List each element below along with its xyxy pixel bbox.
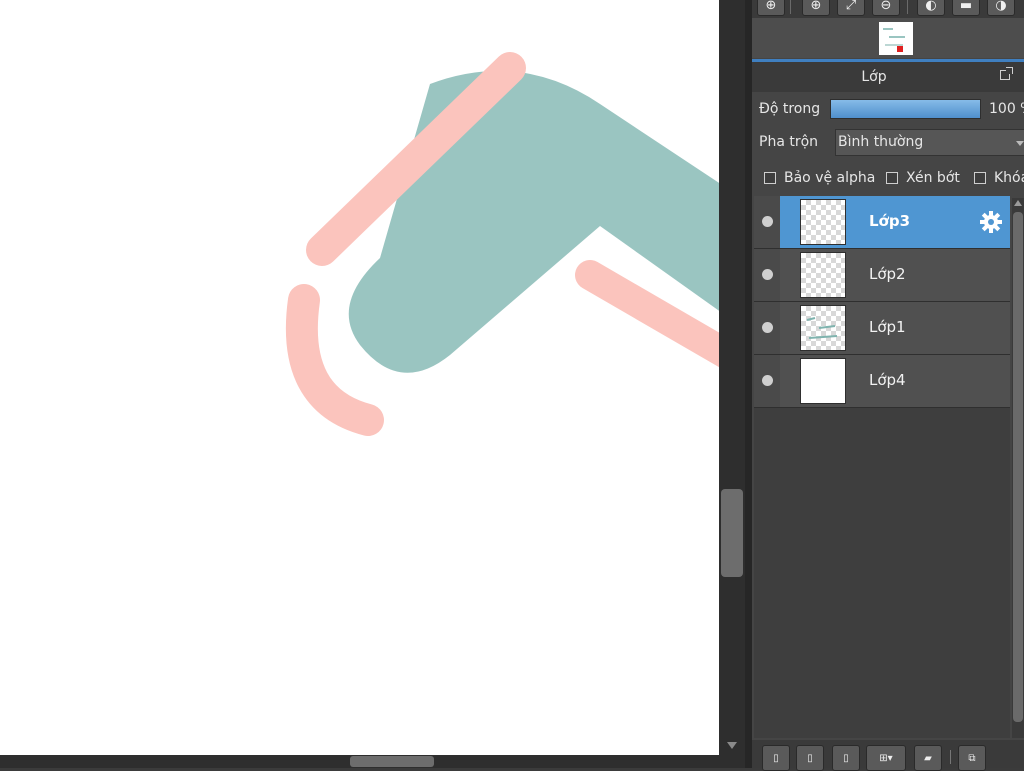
rotate-left-icon[interactable]: ◐ — [917, 0, 945, 16]
checkbox-label: Xén bớt — [906, 170, 960, 186]
visibility-toggle[interactable] — [754, 196, 780, 248]
layer-row-lop2[interactable]: Lớp2 — [754, 249, 1010, 302]
opacity-value: 100 % — [989, 101, 1024, 117]
checkbox-box[interactable] — [764, 172, 776, 184]
layer-name: Lớp4 — [869, 371, 906, 389]
chevron-down-icon — [1016, 141, 1024, 146]
duplicate-layer-icon[interactable]: ⧉ — [958, 745, 986, 771]
scrollbar-thumb[interactable] — [350, 756, 434, 767]
checkbox-label: Khóa — [994, 170, 1024, 186]
blend-mode-value: Bình thường — [838, 134, 924, 150]
popout-icon[interactable] — [1000, 67, 1013, 80]
layer-thumbnail — [800, 358, 846, 404]
add-layer-menu-icon[interactable]: ⊞▾ — [866, 745, 906, 771]
layer-list: Lớp3 Lớp2 Lớp1 Lớp4 — [754, 196, 1010, 738]
layer-actions-bar: ▯ ▯ ▯ ⊞▾ ▰ ⧉ — [752, 740, 1024, 771]
checkbox-label: Bảo vệ alpha — [784, 170, 876, 186]
visibility-toggle[interactable] — [754, 302, 780, 354]
zoom-out-icon[interactable]: ⊖ — [872, 0, 900, 16]
scrollbar-thumb[interactable] — [721, 489, 743, 577]
drawing-canvas[interactable] — [0, 0, 719, 755]
folder-icon[interactable]: ▰ — [914, 745, 942, 771]
panel-splitter[interactable] — [745, 0, 752, 768]
separator — [907, 0, 908, 14]
separator — [790, 0, 791, 14]
eye-icon[interactable] — [762, 216, 773, 227]
thumbnail-sketch — [806, 317, 838, 339]
eye-icon[interactable] — [762, 375, 773, 386]
layer-thumbnail — [800, 199, 846, 245]
scroll-up-arrow[interactable] — [1014, 200, 1022, 206]
rotate-right-icon[interactable]: ◑ — [987, 0, 1015, 16]
layer-row-lop4[interactable]: Lớp4 — [754, 355, 1010, 408]
flip-icon[interactable]: ▬ — [952, 0, 980, 16]
opacity-slider[interactable] — [830, 99, 981, 119]
canvas-horizontal-scrollbar[interactable] — [0, 755, 745, 768]
scrollbar-thumb[interactable] — [1013, 212, 1023, 722]
zoom-in-icon[interactable]: ⊕ — [757, 0, 785, 16]
visibility-toggle[interactable] — [754, 249, 780, 301]
checkbox-box[interactable] — [974, 172, 986, 184]
panel-title: Lớp — [861, 69, 887, 85]
lock-checkbox[interactable]: Khóa — [974, 170, 1024, 186]
new-1bit-layer-icon[interactable]: ▯ — [832, 745, 860, 771]
right-panel: ⊕ ⊕ ⤢ ⊖ ◐ ▬ ◑ Lớp Độ trong 100 % Pha trộ… — [752, 0, 1024, 771]
blend-mode-dropdown[interactable]: Bình thường — [835, 129, 1024, 156]
navigator-toolbar: ⊕ ⊕ ⤢ ⊖ ◐ ▬ ◑ — [752, 0, 1024, 18]
layer-thumbnail — [800, 305, 846, 351]
checkbox-box[interactable] — [886, 172, 898, 184]
zoom-in-icon[interactable]: ⊕ — [802, 0, 830, 16]
layer-thumbnail — [800, 252, 846, 298]
alpha-protect-checkbox[interactable]: Bảo vệ alpha — [764, 170, 875, 186]
new-8bit-layer-icon[interactable]: ▯ — [796, 745, 824, 771]
blend-mode-label: Pha trộn — [759, 134, 819, 150]
gear-icon[interactable] — [979, 210, 1003, 234]
layer-row-lop1[interactable]: Lớp1 — [754, 302, 1010, 355]
opacity-label: Độ trong — [759, 101, 821, 117]
eye-icon[interactable] — [762, 269, 773, 280]
layer-name: Lớp1 — [869, 318, 906, 336]
visibility-toggle[interactable] — [754, 355, 780, 407]
new-layer-icon[interactable]: ▯ — [762, 745, 790, 771]
layer-row-lop3[interactable]: Lớp3 — [754, 196, 1010, 249]
layer-name: Lớp2 — [869, 265, 906, 283]
canvas-vertical-scrollbar[interactable] — [719, 0, 745, 768]
separator — [950, 750, 951, 764]
canvas-artwork — [285, 52, 719, 436]
layer-name: Lớp3 — [869, 212, 911, 230]
layer-panel-header: Lớp — [752, 62, 1024, 92]
scroll-down-arrow[interactable] — [727, 742, 737, 749]
eye-icon[interactable] — [762, 322, 773, 333]
layer-list-scrollbar[interactable] — [1012, 198, 1024, 738]
clipping-checkbox[interactable]: Xén bớt — [886, 170, 960, 186]
navigator-preview — [752, 18, 1024, 58]
canvas-thumbnail[interactable] — [879, 22, 913, 55]
fit-screen-icon[interactable]: ⤢ — [837, 0, 865, 16]
